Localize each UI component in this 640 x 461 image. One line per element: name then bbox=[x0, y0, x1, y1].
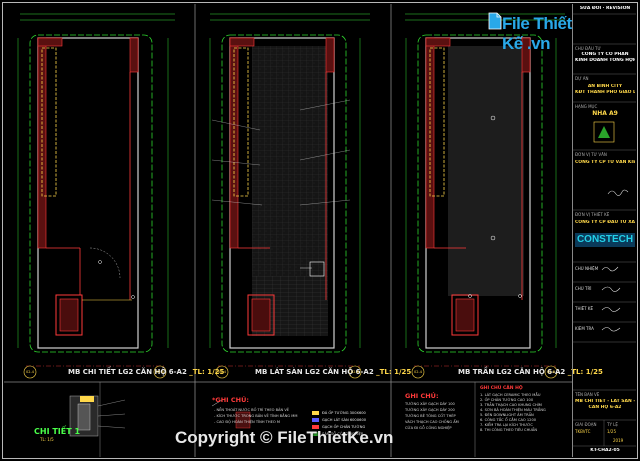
file-icon bbox=[488, 12, 502, 30]
note-line: 1. LÁT GẠCH CERAMIC THEO MẪU bbox=[480, 393, 541, 397]
grid-label: 02-4 bbox=[414, 370, 422, 374]
note-line: TƯỜNG BÊ TÔNG CỐT THÉP bbox=[405, 414, 456, 418]
detail-scale: TL: 1/5 bbox=[40, 437, 54, 442]
note-line: 5. ĐÈN DOWNLIGHT ÂM TRẦN bbox=[480, 413, 534, 417]
grid-label: 02-8 bbox=[547, 370, 555, 374]
grid-label: 02-8 bbox=[351, 370, 359, 374]
signature-icon bbox=[601, 189, 629, 332]
note-line: 3. TRẦN THẠCH CAO KHUNG CHÌM bbox=[480, 403, 542, 407]
note-line: 2. ỐP CHÂN TƯỜNG CAO 100 bbox=[480, 398, 534, 402]
copyright-watermark: Copyright © FileThietKe.vn bbox=[175, 428, 394, 447]
legend-label: GẠCH LÁT SÀN 600X600 bbox=[322, 418, 367, 422]
notes-title: GHI CHÚ CĂN HỘ bbox=[480, 386, 523, 391]
note-line: - KÍCH THƯỚC TRONG BẢN VẼ TÍNH BẰNG MM bbox=[214, 414, 298, 418]
brand-logo[interactable]: File Thiết Kế .vn bbox=[488, 6, 572, 53]
plan-panel-2 bbox=[209, 34, 362, 379]
legend-label: ĐÁ ỐP TƯỜNG 300X600 bbox=[322, 411, 366, 415]
note-line: - CAO ĐỘ HOÀN THIỆN TÍNH THEO M bbox=[214, 420, 280, 424]
panel-title-2: MB LÁT SÀN LG2 CĂN HỘ 6-A2 _TL: 1/25 bbox=[255, 368, 412, 376]
notes-title: *GHI CHÚ: bbox=[212, 396, 249, 404]
top-dimensions bbox=[20, 13, 565, 21]
grid-label: 02-4 bbox=[26, 370, 34, 374]
note-line: 4. SƠN BẢ HOÀN THIỆN MÀU TRẮNG bbox=[480, 408, 546, 412]
drawing-canvas[interactable] bbox=[0, 0, 640, 461]
note-line: - NỀN THOÁT NƯỚC BỐ TRÍ THEO BẢN VẼ bbox=[214, 408, 290, 412]
constech-logo: CONSTECH bbox=[575, 233, 635, 247]
brand-name: File Thiết Kế .vn bbox=[502, 14, 572, 53]
grid-label: 02-4 bbox=[218, 370, 226, 374]
plan-panel-3 bbox=[405, 34, 558, 379]
consult-logo-icon bbox=[593, 121, 615, 143]
note-line: 8. THI CÔNG THEO TIÊU CHUẨN bbox=[480, 428, 538, 432]
note-line: VÁCH THẠCH CAO CHỐNG ẨM bbox=[405, 420, 459, 424]
note-line: TƯỜNG XÂY GẠCH DÀY 100 bbox=[405, 402, 455, 406]
notes-title: GHI CHÚ: bbox=[405, 392, 439, 400]
note-line: 7. KIỂM TRA LẠI KÍCH THƯỚC bbox=[480, 423, 533, 427]
grid-label: 02-8 bbox=[156, 370, 164, 374]
plan-panel-1 bbox=[17, 34, 169, 379]
note-line: 6. CÔNG TẮC Ổ CẮM CAO 1200 bbox=[480, 418, 537, 422]
legend-swatch bbox=[312, 418, 319, 422]
note-line: TƯỜNG XÂY GẠCH DÀY 200 bbox=[405, 408, 455, 412]
panel-title-1: MB CHI TIẾT LG2 CĂN HỘ 6-A2 _TL: 1/25 bbox=[68, 368, 225, 376]
detail-title: CHI TIẾT 1 bbox=[34, 427, 81, 436]
legend-swatch bbox=[312, 411, 319, 415]
note-line: CỬA ĐI GỖ CÔNG NGHIỆP bbox=[405, 426, 452, 430]
title-block-lines bbox=[572, 13, 636, 447]
